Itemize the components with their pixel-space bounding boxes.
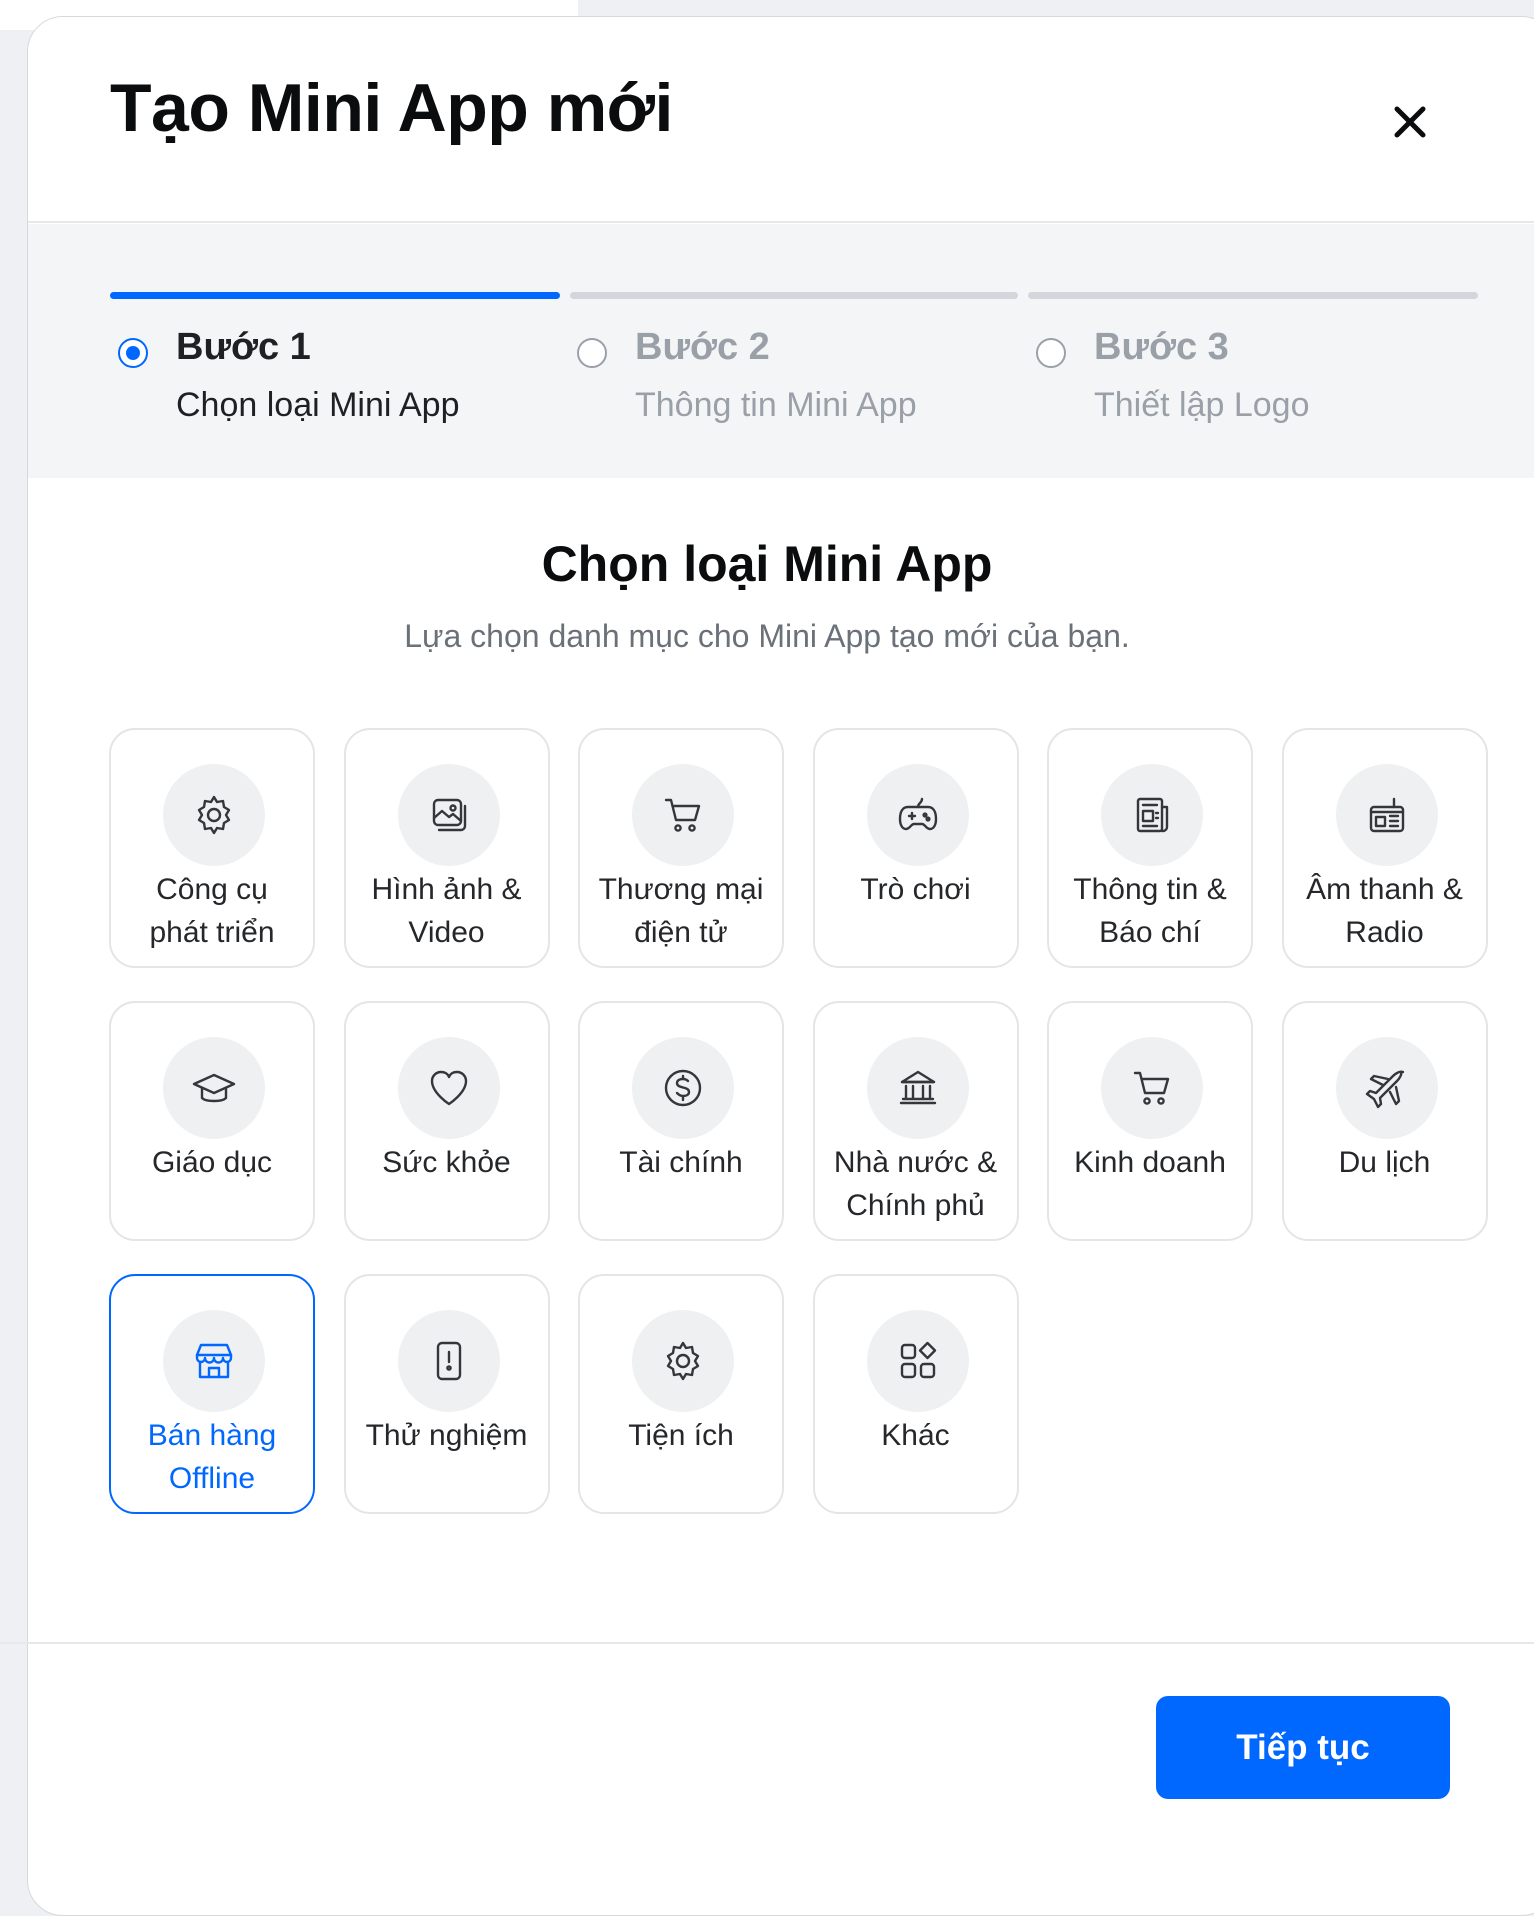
close-icon — [1394, 106, 1426, 138]
category-card[interactable]: Thương mại điện tử — [578, 728, 784, 968]
category-label: Trò chơi — [860, 873, 971, 906]
category-label: Âm thanh & Radio — [1306, 873, 1463, 949]
step-radio-icon — [577, 338, 607, 368]
category-card[interactable]: Bán hàng Offline — [109, 1274, 315, 1514]
step-radio-icon — [118, 338, 148, 368]
airplane-icon — [1335, 1037, 1438, 1139]
gear-icon — [163, 764, 265, 866]
stepper: Bước 1 Chọn loại Mini App Bước 2 Thông t… — [28, 224, 1534, 478]
category-label: Thử nghiệm — [365, 1419, 528, 1452]
close-button[interactable] — [1383, 95, 1437, 149]
category-label: Hình ảnh & Video — [371, 873, 522, 949]
category-card[interactable]: Sức khỏe — [343, 1001, 550, 1241]
step-progress-bar-1 — [110, 292, 560, 299]
category-card[interactable]: Âm thanh & Radio — [1281, 728, 1488, 968]
modal-title: Tạo Mini App mới — [110, 70, 673, 146]
newspaper-icon — [1101, 764, 1203, 866]
step-subtitle: Thông tin Mini App — [635, 386, 917, 424]
category-card[interactable]: Thử nghiệm — [343, 1274, 550, 1514]
apps-grid-icon — [866, 1310, 969, 1412]
category-label: Du lịch — [1338, 1146, 1431, 1179]
graduation-cap-icon — [163, 1037, 265, 1139]
category-label: Công cụ phát triển — [149, 873, 275, 949]
modal-header: Tạo Mini App mới — [28, 17, 1534, 223]
category-card[interactable]: Du lịch — [1281, 1001, 1488, 1241]
category-card[interactable]: Giáo dục — [109, 1001, 315, 1241]
store-icon — [163, 1310, 265, 1412]
category-grid: Công cụ phát triển Hình ảnh & Video Thương… — [109, 728, 1493, 1518]
dollar-icon — [632, 1037, 734, 1139]
step-title: Bước 3 — [1094, 326, 1229, 368]
category-card[interactable]: Thông tin & Báo chí — [1047, 728, 1253, 968]
category-label: Thông tin & Báo chí — [1073, 873, 1227, 949]
category-label: Giáo dục — [151, 1146, 273, 1179]
category-card[interactable]: Khác — [812, 1274, 1019, 1514]
gamepad-icon — [866, 764, 969, 866]
step-subtitle: Chọn loại Mini App — [176, 386, 460, 424]
category-label: Tài chính — [619, 1146, 743, 1179]
cart-icon — [632, 764, 734, 866]
category-card[interactable]: Tài chính — [578, 1001, 784, 1241]
category-card[interactable]: Kinh doanh — [1047, 1001, 1253, 1241]
footer-divider — [0, 1642, 1534, 1644]
cart-icon — [1101, 1037, 1203, 1139]
step-title: Bước 2 — [635, 326, 770, 368]
category-label: Khác — [881, 1419, 950, 1452]
category-card[interactable]: Trò chơi — [812, 728, 1019, 968]
category-card[interactable]: Tiện ích — [578, 1274, 784, 1514]
step-progress-bar-3 — [1028, 292, 1478, 299]
step-title: Bước 1 — [176, 326, 311, 368]
step-radio-icon — [1036, 338, 1066, 368]
continue-button[interactable]: Tiếp tục — [1156, 1696, 1450, 1799]
category-label: Sức khỏe — [382, 1146, 511, 1179]
category-card[interactable]: Công cụ phát triển — [109, 728, 315, 968]
category-card[interactable]: Nhà nước & Chính phủ — [812, 1001, 1019, 1241]
image-icon — [397, 764, 500, 866]
government-building-icon — [866, 1037, 969, 1139]
section-subtitle: Lựa chọn danh mục cho Mini App tạo mới c… — [404, 618, 1130, 654]
category-label: Bán hàng Offline — [147, 1419, 277, 1495]
phone-alert-icon — [397, 1310, 500, 1412]
radio-icon — [1335, 764, 1438, 866]
section-title: Chọn loại Mini App — [541, 536, 993, 592]
gear-icon — [632, 1310, 734, 1412]
category-card[interactable]: Hình ảnh & Video — [343, 728, 550, 968]
category-label: Nhà nước & Chính phủ — [833, 1146, 998, 1222]
category-label: Kinh doanh — [1074, 1146, 1226, 1179]
step-progress-bar-2 — [570, 292, 1018, 299]
category-label: Thương mại điện tử — [598, 873, 764, 949]
category-label: Tiện ích — [628, 1419, 734, 1452]
heart-icon — [397, 1037, 500, 1139]
step-subtitle: Thiết lập Logo — [1094, 386, 1310, 424]
